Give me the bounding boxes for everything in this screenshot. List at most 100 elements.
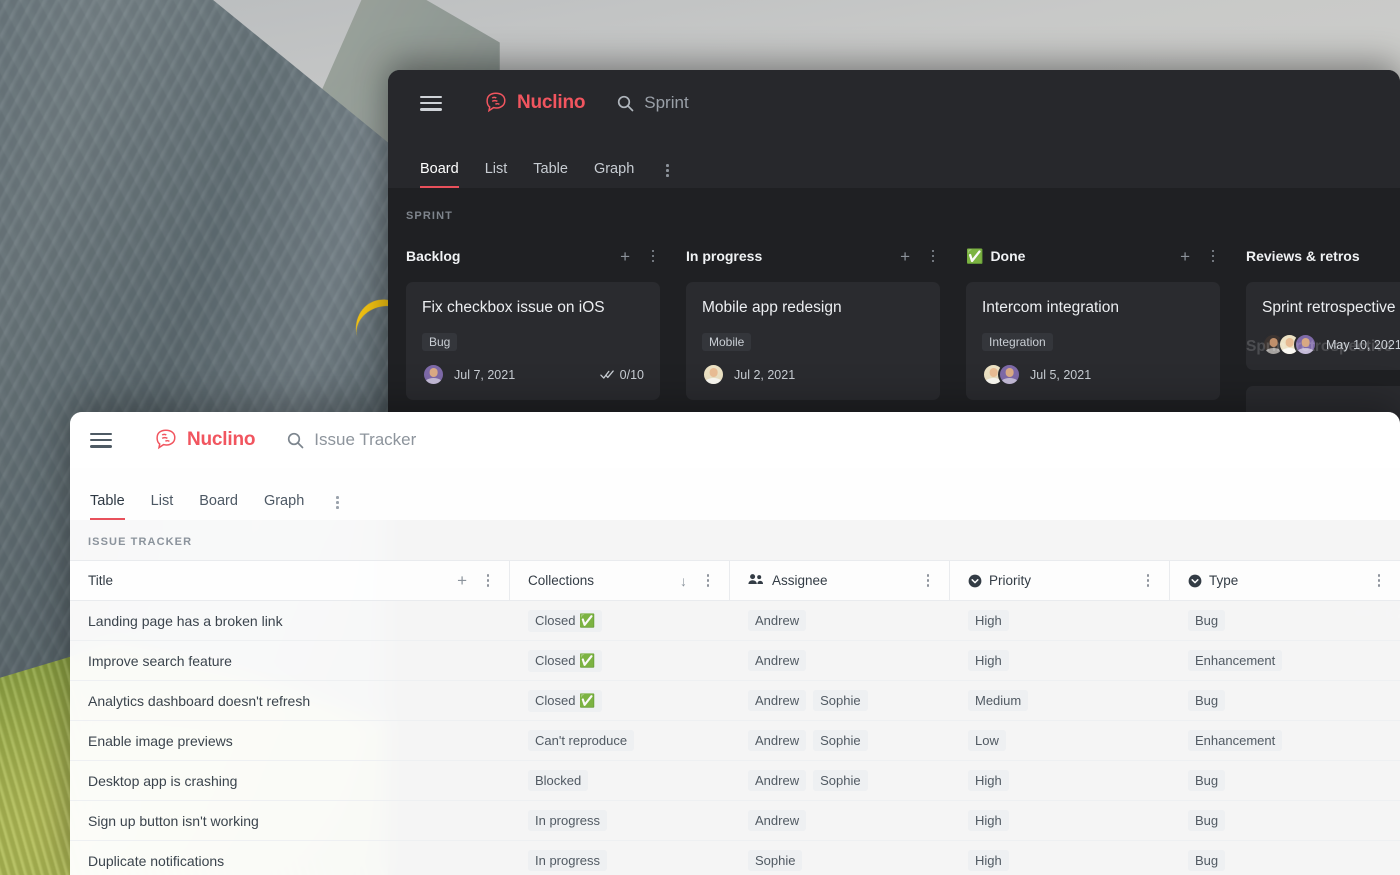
- cell-type[interactable]: Enhancement: [1170, 721, 1400, 760]
- table-row[interactable]: Analytics dashboard doesn't refresh Close…: [70, 681, 1400, 721]
- cell-assignee[interactable]: Andrew Sophie: [730, 761, 950, 800]
- cell-title[interactable]: Analytics dashboard doesn't refresh: [70, 681, 510, 720]
- table-row[interactable]: Desktop app is crashing Blocked Andrew Soph…: [70, 761, 1400, 801]
- cell-collection[interactable]: Blocked: [510, 761, 730, 800]
- column-header-label: Assignee: [772, 573, 828, 588]
- column-header-assignee[interactable]: Assignee: [730, 561, 950, 600]
- table-row[interactable]: Landing page has a broken link Closed ✅ An…: [70, 601, 1400, 641]
- board-card[interactable]: Mobile app redesign Mobile Jul 2, 2021: [686, 282, 940, 401]
- tab-graph[interactable]: Graph: [264, 493, 304, 520]
- column-menu-icon[interactable]: [926, 249, 940, 263]
- collection-chip: In progress: [528, 850, 608, 871]
- type-chip: Bug: [1188, 810, 1226, 831]
- column-header-priority[interactable]: Priority: [950, 561, 1170, 600]
- add-card-button[interactable]: +: [900, 248, 910, 265]
- cell-assignee[interactable]: Andrew Sophie: [730, 721, 950, 760]
- tab-graph[interactable]: Graph: [594, 161, 634, 188]
- tab-list[interactable]: List: [485, 161, 508, 188]
- cell-priority[interactable]: High: [950, 601, 1170, 640]
- add-card-button[interactable]: +: [1180, 248, 1190, 265]
- cell-collection[interactable]: Can't reproduce: [510, 721, 730, 760]
- cell-title[interactable]: Landing page has a broken link: [70, 601, 510, 640]
- cell-assignee[interactable]: Andrew: [730, 641, 950, 680]
- assignee-chip: Sophie: [813, 690, 868, 711]
- cell-title[interactable]: Enable image previews: [70, 721, 510, 760]
- column-menu-icon[interactable]: [701, 574, 715, 587]
- issue-tracker-window[interactable]: Nuclino Issue Tracker Table List Board G…: [70, 412, 1400, 875]
- tab-table[interactable]: Table: [533, 161, 568, 188]
- column-menu-icon[interactable]: [1206, 249, 1220, 263]
- cell-collection[interactable]: Closed ✅: [510, 681, 730, 720]
- search-placeholder: Sprint: [644, 93, 689, 112]
- cell-priority[interactable]: High: [950, 841, 1170, 875]
- card-avatars: [982, 363, 1021, 387]
- cell-priority[interactable]: High: [950, 801, 1170, 840]
- priority-chip: Medium: [968, 690, 1029, 711]
- column-title: Reviews & retros: [1246, 248, 1360, 264]
- cell-assignee[interactable]: Sophie: [730, 841, 950, 875]
- tab-board[interactable]: Board: [199, 493, 238, 520]
- column-menu-icon[interactable]: [1141, 574, 1155, 587]
- cell-type[interactable]: Bug: [1170, 761, 1400, 800]
- cell-type[interactable]: Enhancement: [1170, 641, 1400, 680]
- brain-bubble-icon: [484, 92, 510, 114]
- column-menu-icon[interactable]: [646, 249, 660, 263]
- issue-tracker-view-tabs: Table List Board Graph: [70, 468, 1400, 520]
- more-views-icon[interactable]: [660, 164, 674, 177]
- tab-board[interactable]: Board: [420, 161, 459, 188]
- column-header-type[interactable]: Type: [1170, 561, 1400, 600]
- column-menu-icon[interactable]: [481, 574, 495, 587]
- cell-title[interactable]: Sign up button isn't working: [70, 801, 510, 840]
- table-row[interactable]: Sign up button isn't working In progress A…: [70, 801, 1400, 841]
- tab-list[interactable]: List: [151, 493, 174, 520]
- search-input[interactable]: Issue Tracker: [287, 430, 416, 450]
- cell-title[interactable]: Duplicate notifications: [70, 841, 510, 875]
- column-header: ✅ Done +: [966, 244, 1220, 268]
- board-card[interactable]: Intercom integration Integration Jul 5, …: [966, 282, 1220, 401]
- add-card-button[interactable]: +: [620, 248, 630, 265]
- cell-collection[interactable]: Closed ✅: [510, 601, 730, 640]
- more-views-icon[interactable]: [330, 496, 344, 509]
- cell-assignee[interactable]: Andrew: [730, 801, 950, 840]
- cell-type[interactable]: Bug: [1170, 681, 1400, 720]
- nuclino-logo[interactable]: Nuclino: [154, 429, 255, 451]
- sort-descending-icon[interactable]: ↓: [680, 573, 687, 589]
- cell-priority[interactable]: High: [950, 641, 1170, 680]
- cell-collection[interactable]: In progress: [510, 801, 730, 840]
- cell-assignee[interactable]: Andrew Sophie: [730, 681, 950, 720]
- tab-table[interactable]: Table: [90, 493, 125, 520]
- column-title: Backlog: [406, 248, 461, 264]
- column-menu-icon[interactable]: [921, 574, 935, 587]
- cell-title[interactable]: Desktop app is crashing: [70, 761, 510, 800]
- menu-icon[interactable]: [90, 432, 112, 448]
- add-column-button[interactable]: +: [457, 572, 467, 589]
- nuclino-logo[interactable]: Nuclino: [484, 92, 585, 114]
- priority-chip: High: [968, 770, 1009, 791]
- cell-priority[interactable]: Medium: [950, 681, 1170, 720]
- brand-name: Nuclino: [187, 429, 256, 450]
- column-menu-icon[interactable]: [1372, 574, 1386, 587]
- column-header: Backlog +: [406, 244, 660, 268]
- cell-type[interactable]: Bug: [1170, 801, 1400, 840]
- cell-title[interactable]: Improve search feature: [70, 641, 510, 680]
- cell-priority[interactable]: High: [950, 761, 1170, 800]
- cell-assignee[interactable]: Andrew: [730, 601, 950, 640]
- cell-type[interactable]: Bug: [1170, 601, 1400, 640]
- menu-icon[interactable]: [420, 95, 442, 111]
- cell-collection[interactable]: Closed ✅: [510, 641, 730, 680]
- board-card[interactable]: Fix checkbox issue on iOS Bug Jul 7, 202…: [406, 282, 660, 401]
- cell-priority[interactable]: Low: [950, 721, 1170, 760]
- search-input[interactable]: Sprint: [617, 93, 689, 113]
- table-row[interactable]: Duplicate notifications In progress Sophie…: [70, 841, 1400, 875]
- table-row[interactable]: Enable image previews Can't reproduce Andr…: [70, 721, 1400, 761]
- cell-type[interactable]: Bug: [1170, 841, 1400, 875]
- column-header-title[interactable]: Title +: [70, 561, 510, 600]
- column-header-collections[interactable]: Collections ↓: [510, 561, 730, 600]
- breadcrumb: SPRINT: [406, 210, 453, 222]
- cell-collection[interactable]: In progress: [510, 841, 730, 875]
- card-title: Fix checkbox issue on iOS: [422, 299, 605, 316]
- board-card[interactable]: Sprint retrospective May 10, 2021: [1246, 282, 1400, 371]
- card-avatars: [422, 363, 445, 387]
- table-row[interactable]: Improve search feature Closed ✅ Andrew High…: [70, 641, 1400, 681]
- column-title: In progress: [686, 248, 763, 264]
